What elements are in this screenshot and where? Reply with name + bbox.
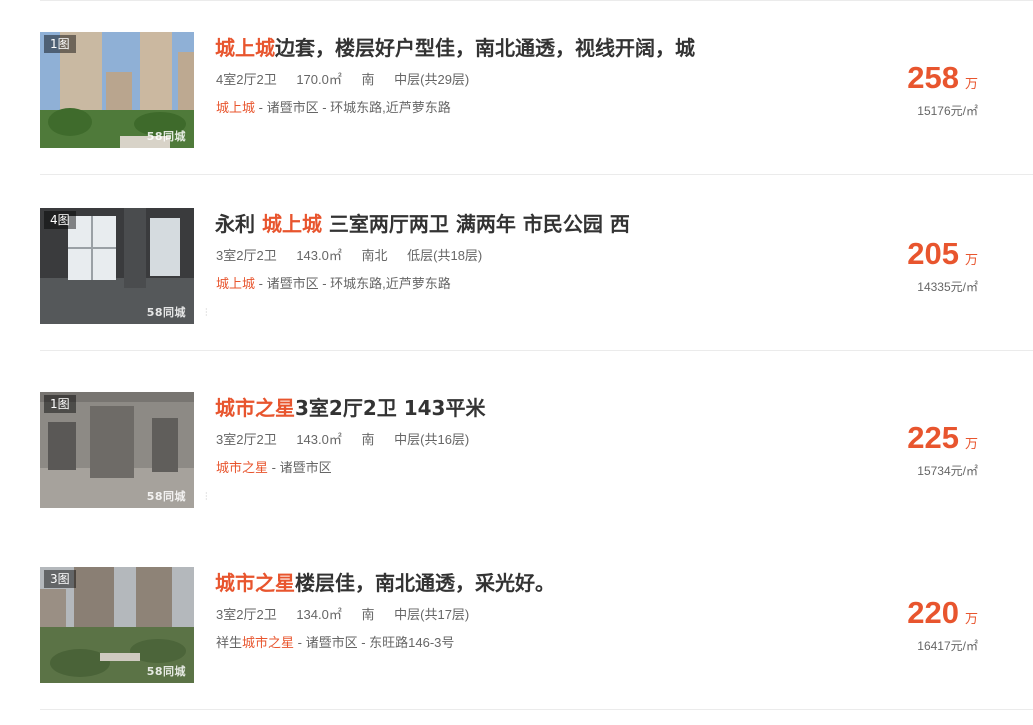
listing-photo[interactable]: 1图 58同城	[40, 392, 194, 508]
title-text: 边套，楼层好户型佳，南北通透，视线开阔，城	[275, 36, 695, 60]
watermark: 58同城	[146, 665, 186, 678]
photo-count-badge: 1图	[44, 35, 76, 53]
price-unit: 万	[964, 77, 978, 92]
listing-info: 4室2厅2卫 170.0㎡ 南 中层(共29层)	[216, 69, 485, 88]
floor: 中层(共29层)	[394, 72, 470, 87]
facing: 南	[361, 607, 375, 622]
drag-handle-dots: · · ·	[205, 305, 208, 320]
title-highlight: 城上城	[261, 212, 322, 236]
listing-item[interactable]: 4图 58同城 · · · 永利 城上城 三室两厅两卫 满两年 市民公园 西 3室2…	[0, 176, 1033, 351]
price-value: 220	[907, 595, 959, 630]
floor: 中层(共17层)	[394, 607, 470, 622]
price-value: 258	[907, 60, 959, 95]
title-text: 三室两厅两卫 满两年 市民公园 西	[321, 212, 630, 236]
total-price: 258 万	[907, 60, 978, 96]
unit-price: 15176元/㎡	[917, 104, 978, 118]
room-layout: 4室2厅2卫	[216, 72, 277, 87]
price-value: 205	[907, 236, 959, 271]
title-text: 楼层佳，南北通透，采光好。	[295, 571, 555, 595]
district-link[interactable]: - 诸暨市区	[268, 460, 332, 475]
title-prefix: 永利	[215, 212, 262, 236]
area: 143.0㎡	[296, 432, 342, 447]
facing: 南	[361, 72, 375, 87]
drag-handle-dots: · · ·	[205, 489, 208, 504]
listing-photo[interactable]: 1图 58同城	[40, 32, 194, 148]
listing-item[interactable]: 3图 58同城 城市之星楼层佳，南北通透，采光好。 3室2厅2卫 134.0㎡ …	[0, 535, 1033, 710]
area: 170.0㎡	[296, 72, 342, 87]
listing-item[interactable]: 1图 58同城 · · · 城市之星3室2厅2卫 143平米 3室2厅2卫 143.…	[0, 360, 1033, 535]
price-unit: 万	[964, 437, 978, 452]
divider	[40, 174, 1033, 175]
floor: 中层(共16层)	[394, 432, 470, 447]
listing-title[interactable]: 城市之星楼层佳，南北通透，采光好。	[215, 567, 555, 596]
photo-count-badge: 3图	[44, 570, 76, 588]
listing-address: 祥生城市之星 - 诸暨市区 - 东旺路146-3号	[216, 632, 454, 651]
community-link[interactable]: 城市之星	[242, 635, 294, 650]
divider	[40, 709, 1033, 710]
listing-address: 城上城 - 诸暨市区 - 环城东路,近芦萝东路	[216, 273, 451, 292]
room-layout: 3室2厅2卫	[216, 607, 277, 622]
community-link[interactable]: 城市之星	[216, 460, 268, 475]
area: 143.0㎡	[296, 248, 342, 263]
watermark: 58同城	[146, 490, 186, 503]
road-link[interactable]: - 环城东路,近芦萝东路	[319, 276, 451, 291]
total-price: 225 万	[907, 420, 978, 456]
listing-title[interactable]: 城上城边套，楼层好户型佳，南北通透，视线开阔，城	[215, 32, 695, 61]
photo-count-badge: 1图	[44, 395, 76, 413]
price-unit: 万	[964, 253, 978, 268]
unit-price: 15734元/㎡	[917, 464, 978, 478]
district-link[interactable]: - 诸暨市区	[294, 635, 358, 650]
total-price: 220 万	[907, 595, 978, 631]
unit-price: 16417元/㎡	[917, 639, 978, 653]
price-unit: 万	[964, 612, 978, 627]
community-link[interactable]: 城上城	[216, 100, 255, 115]
title-text: 3室2厅2卫 143平米	[295, 396, 486, 420]
photo-count-badge: 4图	[44, 211, 76, 229]
area: 134.0㎡	[296, 607, 342, 622]
community-link[interactable]: 城上城	[216, 276, 255, 291]
floor: 低层(共18层)	[407, 248, 483, 263]
unit-price: 14335元/㎡	[917, 280, 978, 294]
room-layout: 3室2厅2卫	[216, 248, 277, 263]
title-highlight: 城市之星	[215, 571, 295, 595]
district-link[interactable]: - 诸暨市区	[255, 100, 319, 115]
listing-photo[interactable]: 3图 58同城	[40, 567, 194, 683]
district-link[interactable]: - 诸暨市区	[255, 276, 319, 291]
listing-info: 3室2厅2卫 143.0㎡ 南北 低层(共18层)	[216, 245, 498, 264]
listing-title[interactable]: 城市之星3室2厅2卫 143平米	[215, 392, 485, 421]
facing: 南北	[361, 248, 388, 263]
title-highlight: 城市之星	[215, 396, 295, 420]
listing-info: 3室2厅2卫 134.0㎡ 南 中层(共17层)	[216, 604, 485, 623]
watermark: 58同城	[146, 130, 186, 143]
listing-address: 城市之星 - 诸暨市区	[216, 457, 332, 476]
listing-address: 城上城 - 诸暨市区 - 环城东路,近芦萝东路	[216, 97, 451, 116]
road-link[interactable]: - 环城东路,近芦萝东路	[319, 100, 451, 115]
listing-title[interactable]: 永利 城上城 三室两厅两卫 满两年 市民公园 西	[215, 208, 630, 237]
divider	[40, 350, 1033, 351]
facing: 南	[361, 432, 375, 447]
total-price: 205 万	[907, 236, 978, 272]
listing-item[interactable]: 1图 58同城 城上城边套，楼层好户型佳，南北通透，视线开阔，城 4室2厅2卫 …	[0, 0, 1033, 175]
listing-photo[interactable]: 4图 58同城	[40, 208, 194, 324]
room-layout: 3室2厅2卫	[216, 432, 277, 447]
road-link[interactable]: - 东旺路146-3号	[358, 635, 454, 650]
listing-info: 3室2厅2卫 143.0㎡ 南 中层(共16层)	[216, 429, 485, 448]
watermark: 58同城	[146, 306, 186, 319]
title-highlight: 城上城	[215, 36, 275, 60]
community-prefix: 祥生	[216, 635, 243, 650]
price-value: 225	[907, 420, 959, 455]
